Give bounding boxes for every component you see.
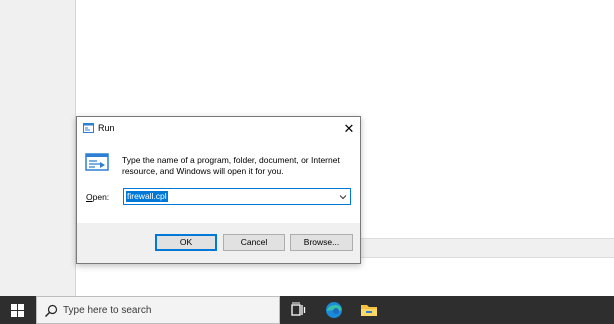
open-label: Open: <box>86 192 109 202</box>
search-placeholder: Type here to search <box>63 305 152 316</box>
dialog-title: Run <box>98 123 115 133</box>
background-window-bar <box>360 238 614 258</box>
browse-button[interactable]: Browse... <box>290 234 353 251</box>
dialog-description: Type the name of a program, folder, docu… <box>122 155 340 176</box>
open-input-value[interactable]: firewall.cpl <box>126 191 168 202</box>
close-icon: ✕ <box>343 120 355 136</box>
open-label-accelerator: O <box>86 192 93 202</box>
taskbar: Type here to search <box>0 296 614 324</box>
run-large-icon <box>85 153 109 171</box>
search-icon <box>45 304 58 317</box>
ok-button[interactable]: OK <box>155 234 217 251</box>
close-button[interactable]: ✕ <box>338 117 360 139</box>
edge-icon[interactable] <box>324 300 344 320</box>
run-icon <box>83 123 94 133</box>
run-dialog: Run ✕ Type the name of a program, folder… <box>76 116 361 264</box>
open-label-text: pen: <box>92 192 110 202</box>
task-view-icon[interactable] <box>288 300 308 320</box>
dialog-titlebar[interactable]: Run ✕ <box>77 117 360 139</box>
chevron-down-icon[interactable] <box>338 192 348 202</box>
cancel-button[interactable]: Cancel <box>223 234 285 251</box>
start-button[interactable] <box>0 296 34 324</box>
open-combobox[interactable]: firewall.cpl <box>123 188 351 205</box>
dialog-content: Type the name of a program, folder, docu… <box>77 139 360 223</box>
file-explorer-icon[interactable] <box>359 300 379 320</box>
taskbar-search-box[interactable]: Type here to search <box>36 296 280 324</box>
windows-start-icon <box>10 303 24 317</box>
background-window-sidebar <box>0 0 76 296</box>
